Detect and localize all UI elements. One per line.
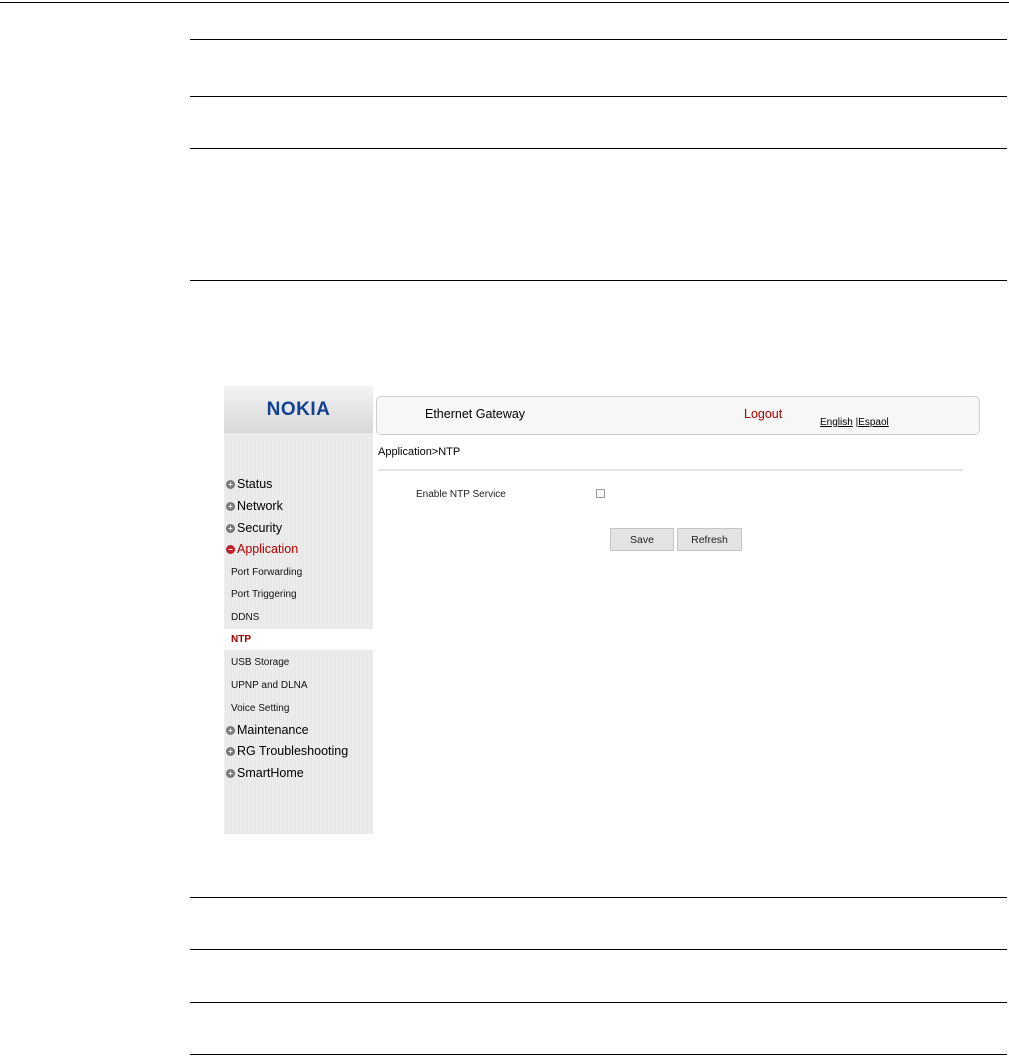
sidebar-subitem-ntp[interactable]: NTP <box>224 629 373 650</box>
logout-link[interactable]: Logout <box>744 407 782 421</box>
expand-plus-icon: + <box>226 746 235 756</box>
doc-rule <box>190 949 1007 950</box>
header-title: Ethernet Gateway <box>425 407 526 421</box>
doc-rule <box>190 148 1007 149</box>
expand-plus-icon: + <box>226 479 235 489</box>
sidebar-item-label: SmartHome <box>237 766 304 780</box>
doc-rule <box>190 96 1007 97</box>
collapse-minus-icon: − <box>226 544 235 554</box>
spanish-link[interactable]: Espaol <box>858 417 889 428</box>
sidebar-item-security[interactable]: + Security <box>226 521 282 535</box>
sidebar-item-label: Status <box>237 477 273 491</box>
breadcrumb: Application>NTP <box>378 446 461 458</box>
sidebar-item-application[interactable]: − Application <box>226 542 298 556</box>
doc-rule <box>190 280 1007 281</box>
nokia-logo: NOKIA <box>266 398 331 420</box>
sidebar-subitem-port-forwarding[interactable]: Port Forwarding <box>231 567 302 578</box>
sidebar-item-status[interactable]: + Status <box>226 477 272 491</box>
sidebar: NOKIA + Status + Network + Security − Ap… <box>224 386 373 834</box>
breadcrumb-divider <box>378 469 963 471</box>
gateway-screenshot: NOKIA + Status + Network + Security − Ap… <box>224 386 986 834</box>
enable-ntp-checkbox[interactable] <box>596 489 605 498</box>
sidebar-item-label: RG Troubleshooting <box>237 744 349 758</box>
doc-rule <box>190 39 1007 40</box>
save-button[interactable]: Save <box>610 528 674 551</box>
sidebar-subitem-voice-setting[interactable]: Voice Setting <box>231 703 289 714</box>
logo-area: NOKIA <box>224 386 373 433</box>
doc-rule <box>190 1002 1007 1003</box>
sidebar-subitem-upnp-dlna[interactable]: UPNP and DLNA <box>231 680 308 691</box>
sidebar-subitem-usb-storage[interactable]: USB Storage <box>231 657 289 668</box>
sidebar-subitem-ddns[interactable]: DDNS <box>231 612 259 623</box>
doc-rule <box>190 897 1007 898</box>
sidebar-subitem-port-triggering[interactable]: Port Triggering <box>231 589 297 600</box>
sidebar-item-label: Network <box>237 499 283 513</box>
sidebar-item-label: Security <box>237 521 283 535</box>
expand-plus-icon: + <box>226 725 235 735</box>
expand-plus-icon: + <box>226 768 235 778</box>
language-switch: English |Espaol <box>820 417 889 428</box>
sidebar-item-network[interactable]: + Network <box>226 499 283 513</box>
expand-plus-icon: + <box>226 501 235 511</box>
refresh-button[interactable]: Refresh <box>677 528 742 551</box>
expand-plus-icon: + <box>226 523 235 533</box>
sidebar-item-label: Application <box>237 542 299 556</box>
sidebar-item-maintenance[interactable]: + Maintenance <box>226 723 309 737</box>
sidebar-item-rg-troubleshooting[interactable]: + RG Troubleshooting <box>226 744 348 758</box>
english-link[interactable]: English <box>820 417 853 428</box>
doc-rule <box>190 1054 1007 1055</box>
top-header: Ethernet Gateway Logout English |Espaol <box>376 396 980 435</box>
enable-ntp-label: Enable NTP Service <box>416 489 506 500</box>
sidebar-item-smarthome[interactable]: + SmartHome <box>226 766 304 780</box>
page-top-rule <box>0 2 1009 3</box>
sidebar-item-label: Maintenance <box>237 723 309 737</box>
